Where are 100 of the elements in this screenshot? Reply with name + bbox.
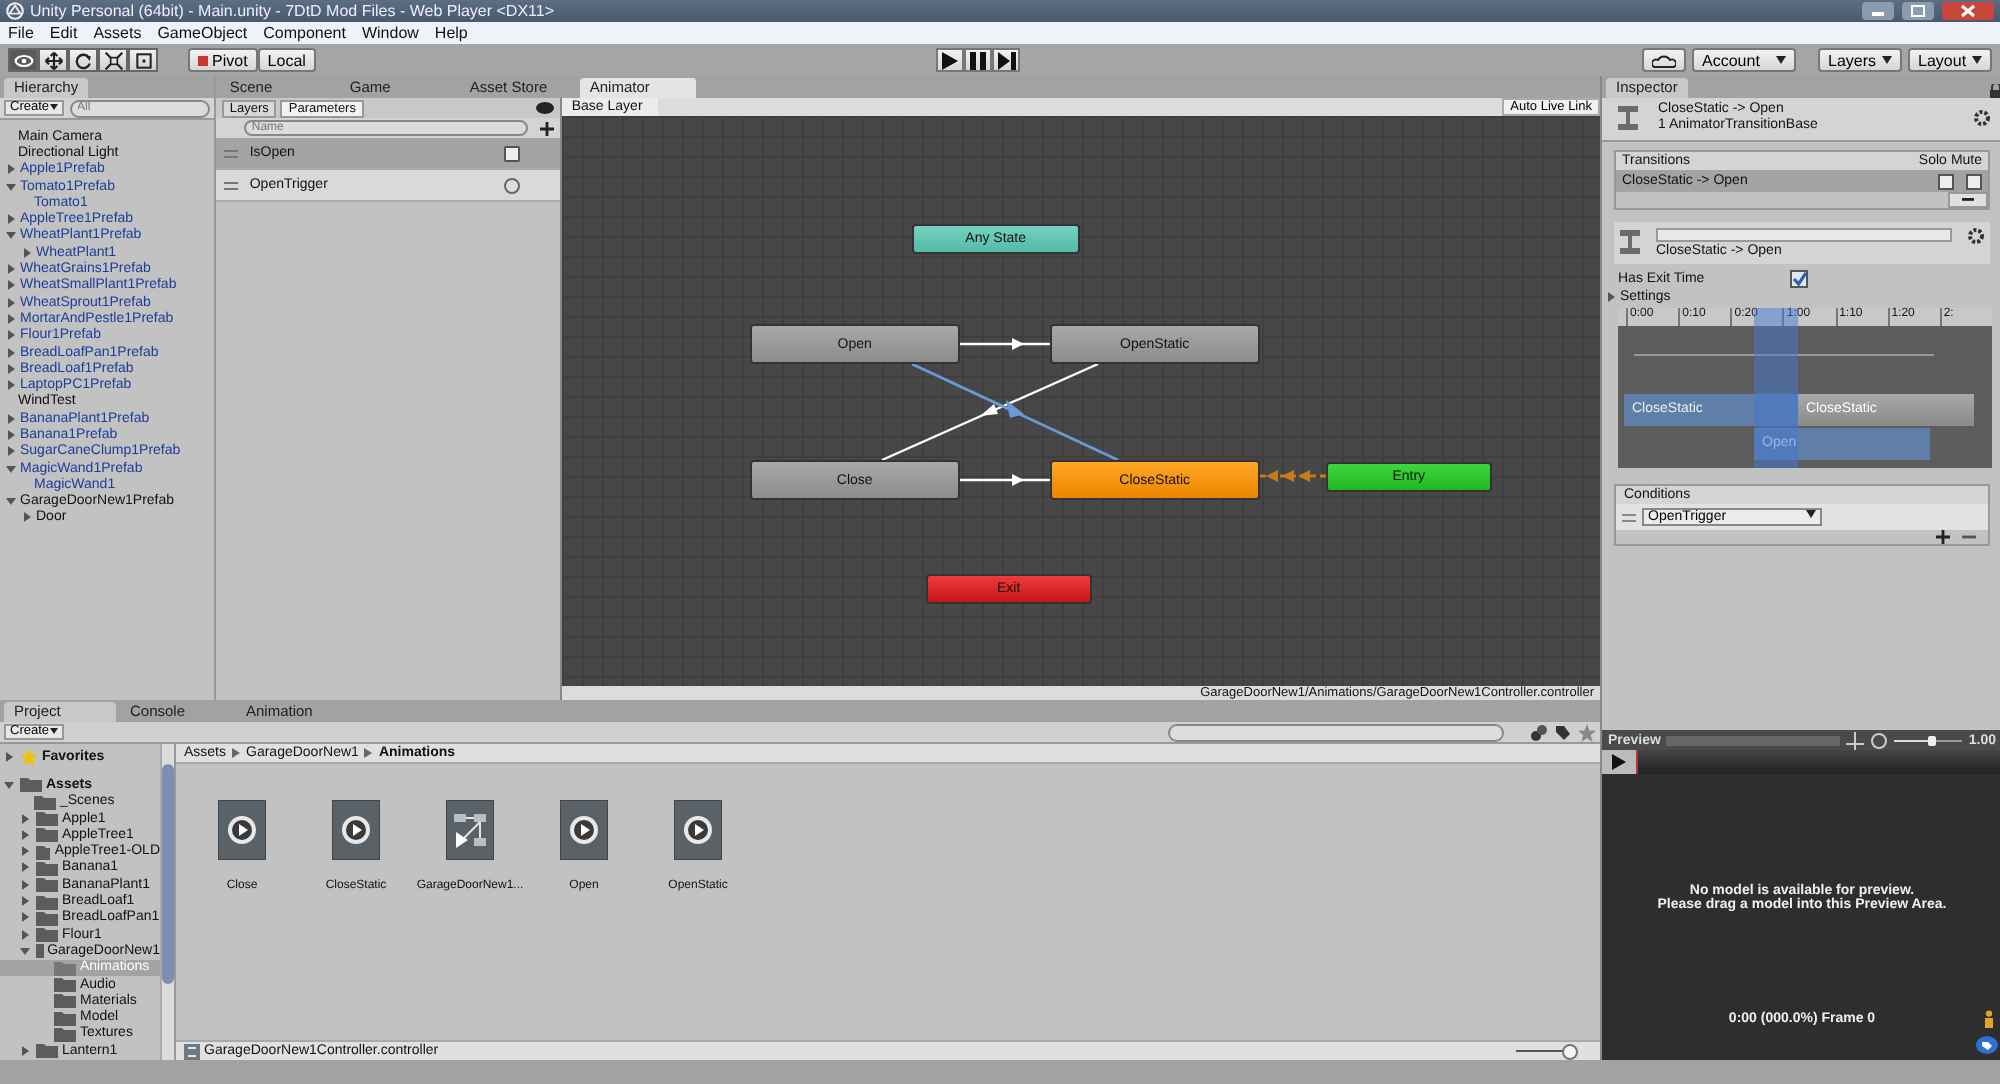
- expand-arrow-icon[interactable]: [6, 413, 16, 424]
- drag-handle-icon[interactable]: [223, 149, 238, 157]
- layers-dropdown[interactable]: Layers: [1818, 48, 1903, 72]
- close-icon[interactable]: [1942, 2, 1994, 20]
- play-button[interactable]: [936, 48, 965, 72]
- step-button[interactable]: [992, 48, 1021, 72]
- asset-icon[interactable]: [560, 800, 608, 860]
- drag-handle-icon[interactable]: [1622, 513, 1636, 521]
- asset-icon[interactable]: [332, 800, 380, 860]
- transition-arrow[interactable]: [959, 338, 1050, 350]
- menu-item[interactable]: File: [8, 24, 34, 42]
- expand-arrow-icon[interactable]: [20, 945, 30, 956]
- expand-arrow-icon[interactable]: [6, 313, 16, 324]
- star-icon[interactable]: [1578, 723, 1596, 741]
- expand-arrow-icon[interactable]: [6, 347, 16, 357]
- folder-icon: [36, 810, 58, 827]
- cloud-button[interactable]: [1642, 48, 1687, 72]
- expand-arrow-icon[interactable]: [6, 330, 16, 341]
- expand-arrow-icon[interactable]: [6, 363, 16, 374]
- menu-item[interactable]: Assets: [93, 24, 142, 42]
- layout-dropdown[interactable]: Layout: [1908, 48, 1993, 72]
- view-tool-button[interactable]: [8, 48, 38, 72]
- figure-icon[interactable]: [1982, 1010, 1996, 1028]
- expand-arrow-icon[interactable]: [6, 446, 16, 457]
- asset-icon[interactable]: [218, 800, 266, 860]
- eye-icon[interactable]: [535, 102, 554, 114]
- expand-arrow-icon[interactable]: [6, 214, 16, 225]
- transition-arrow[interactable]: [881, 362, 1099, 462]
- caret-icon: [1776, 56, 1787, 64]
- solo-checkbox[interactable]: [1938, 173, 1954, 189]
- menu-item[interactable]: Component: [263, 24, 346, 42]
- menu-item[interactable]: Window: [361, 24, 419, 42]
- add-icon[interactable]: [539, 121, 554, 135]
- folder-icon: [36, 1042, 58, 1059]
- menu-item[interactable]: Edit: [49, 24, 78, 42]
- folder-icon: [36, 893, 58, 910]
- checkbox[interactable]: [503, 145, 520, 161]
- caret-icon: [1882, 56, 1893, 64]
- expand-arrow-icon[interactable]: [1606, 292, 1616, 302]
- pivot-button[interactable]: Pivot: [188, 48, 258, 72]
- asset-icon[interactable]: [446, 800, 494, 860]
- has-exit-time-checkbox[interactable]: [1790, 270, 1809, 288]
- pivot-icon[interactable]: [1846, 731, 1865, 749]
- remove-button[interactable]: [1948, 192, 1988, 208]
- name-field[interactable]: [1656, 228, 1952, 242]
- settings-icon[interactable]: [1974, 109, 1990, 125]
- expand-arrow-icon[interactable]: [20, 862, 30, 873]
- scrollbar[interactable]: [160, 744, 174, 1060]
- expand-arrow-icon[interactable]: [6, 181, 16, 192]
- expand-arrow-icon[interactable]: [6, 164, 16, 175]
- account-dropdown[interactable]: Account: [1692, 48, 1797, 72]
- maximize-icon[interactable]: [1902, 2, 1934, 20]
- tag-icon[interactable]: [1976, 1036, 1998, 1054]
- drag-handle-icon[interactable]: [223, 181, 238, 189]
- expand-arrow-icon[interactable]: [20, 896, 30, 907]
- entry-transition-arrow[interactable]: [1259, 470, 1326, 482]
- minimize-icon[interactable]: [1862, 2, 1894, 20]
- lock-icon[interactable]: [1990, 84, 2000, 98]
- expand-arrow-icon[interactable]: [6, 496, 16, 507]
- settings-icon[interactable]: [1968, 228, 1984, 244]
- play-button[interactable]: [1602, 750, 1638, 774]
- expand-arrow-icon[interactable]: [20, 929, 30, 940]
- search-field[interactable]: [1168, 723, 1504, 741]
- selected-transition-arrow[interactable]: [911, 362, 1119, 462]
- pause-button[interactable]: [964, 48, 993, 72]
- expand-arrow-icon[interactable]: [6, 380, 16, 391]
- expand-arrow-icon[interactable]: [22, 247, 32, 258]
- trigger-radio[interactable]: [503, 177, 520, 193]
- move-tool-button[interactable]: [38, 48, 68, 72]
- expand-arrow-icon[interactable]: [20, 912, 30, 923]
- expand-arrow-icon[interactable]: [22, 512, 32, 523]
- rotate-tool-button[interactable]: [68, 48, 98, 72]
- expand-arrow-icon[interactable]: [6, 280, 16, 291]
- add-icon[interactable]: [1936, 530, 1950, 544]
- expand-arrow-icon[interactable]: [6, 264, 16, 275]
- expand-arrow-icon[interactable]: [20, 879, 30, 890]
- expand-arrow-icon[interactable]: [6, 297, 16, 308]
- transition-arrow[interactable]: [959, 474, 1050, 486]
- expand-arrow-icon[interactable]: [20, 829, 30, 840]
- caret-icon: [49, 104, 58, 110]
- expand-arrow-icon[interactable]: [6, 429, 16, 440]
- menu-item[interactable]: Help: [434, 24, 468, 42]
- expand-arrow-icon[interactable]: [6, 230, 16, 241]
- expand-arrow-icon[interactable]: [20, 846, 30, 857]
- expand-arrow-icon[interactable]: [20, 1045, 30, 1056]
- expand-arrow-icon[interactable]: [6, 463, 16, 474]
- rect-tool-button[interactable]: [128, 48, 158, 72]
- mute-checkbox[interactable]: [1966, 173, 1982, 189]
- local-button[interactable]: Local: [257, 48, 316, 72]
- scale-tool-button[interactable]: [98, 48, 128, 72]
- expand-arrow-icon[interactable]: [20, 813, 30, 824]
- folder-icon: [54, 1009, 76, 1026]
- menu-item[interactable]: GameObject: [157, 24, 248, 42]
- asset-icon[interactable]: [674, 800, 722, 860]
- filter-type-icon[interactable]: [1530, 723, 1548, 741]
- expand-arrow-icon[interactable]: [4, 779, 14, 790]
- remove-icon[interactable]: [1962, 530, 1976, 544]
- expand-arrow-icon[interactable]: [4, 751, 14, 762]
- star-icon: [20, 747, 38, 766]
- speed-icon[interactable]: [1870, 731, 1889, 749]
